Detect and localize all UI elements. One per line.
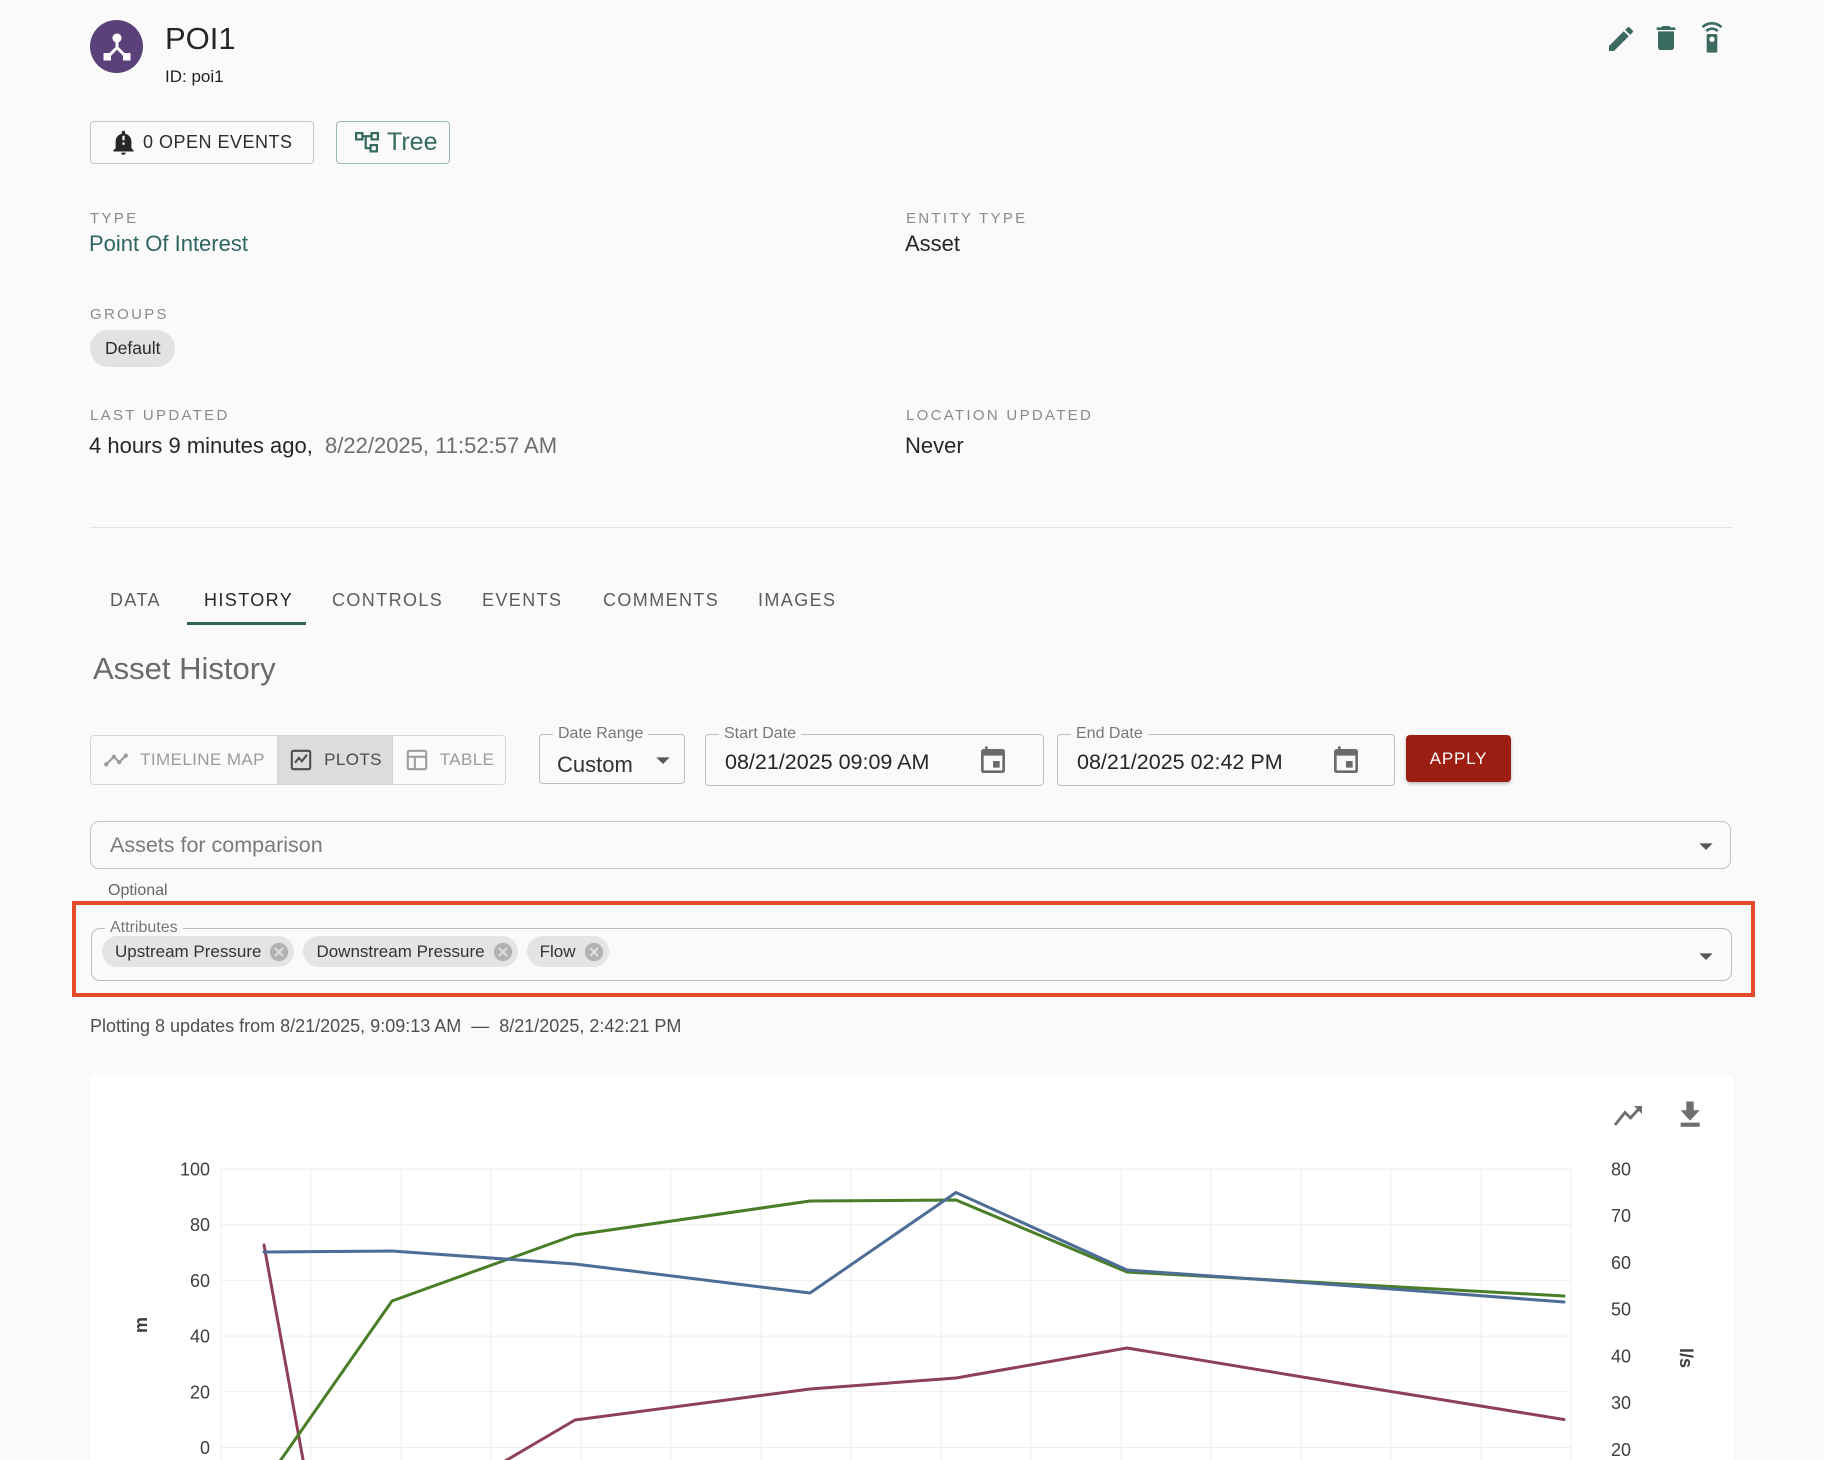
svg-text:40: 40	[1611, 1346, 1631, 1366]
svg-text:60: 60	[1611, 1253, 1631, 1273]
svg-text:20: 20	[190, 1382, 210, 1402]
svg-text:m: m	[131, 1317, 151, 1333]
svg-text:40: 40	[190, 1327, 210, 1347]
svg-text:20: 20	[1611, 1440, 1631, 1460]
svg-text:50: 50	[1611, 1300, 1631, 1320]
svg-text:0: 0	[200, 1438, 210, 1458]
svg-text:l/s: l/s	[1676, 1348, 1696, 1368]
svg-text:60: 60	[190, 1271, 210, 1291]
svg-text:100: 100	[180, 1160, 210, 1180]
svg-text:80: 80	[190, 1215, 210, 1235]
svg-text:80: 80	[1611, 1160, 1631, 1180]
svg-text:70: 70	[1611, 1206, 1631, 1226]
svg-text:30: 30	[1611, 1393, 1631, 1413]
